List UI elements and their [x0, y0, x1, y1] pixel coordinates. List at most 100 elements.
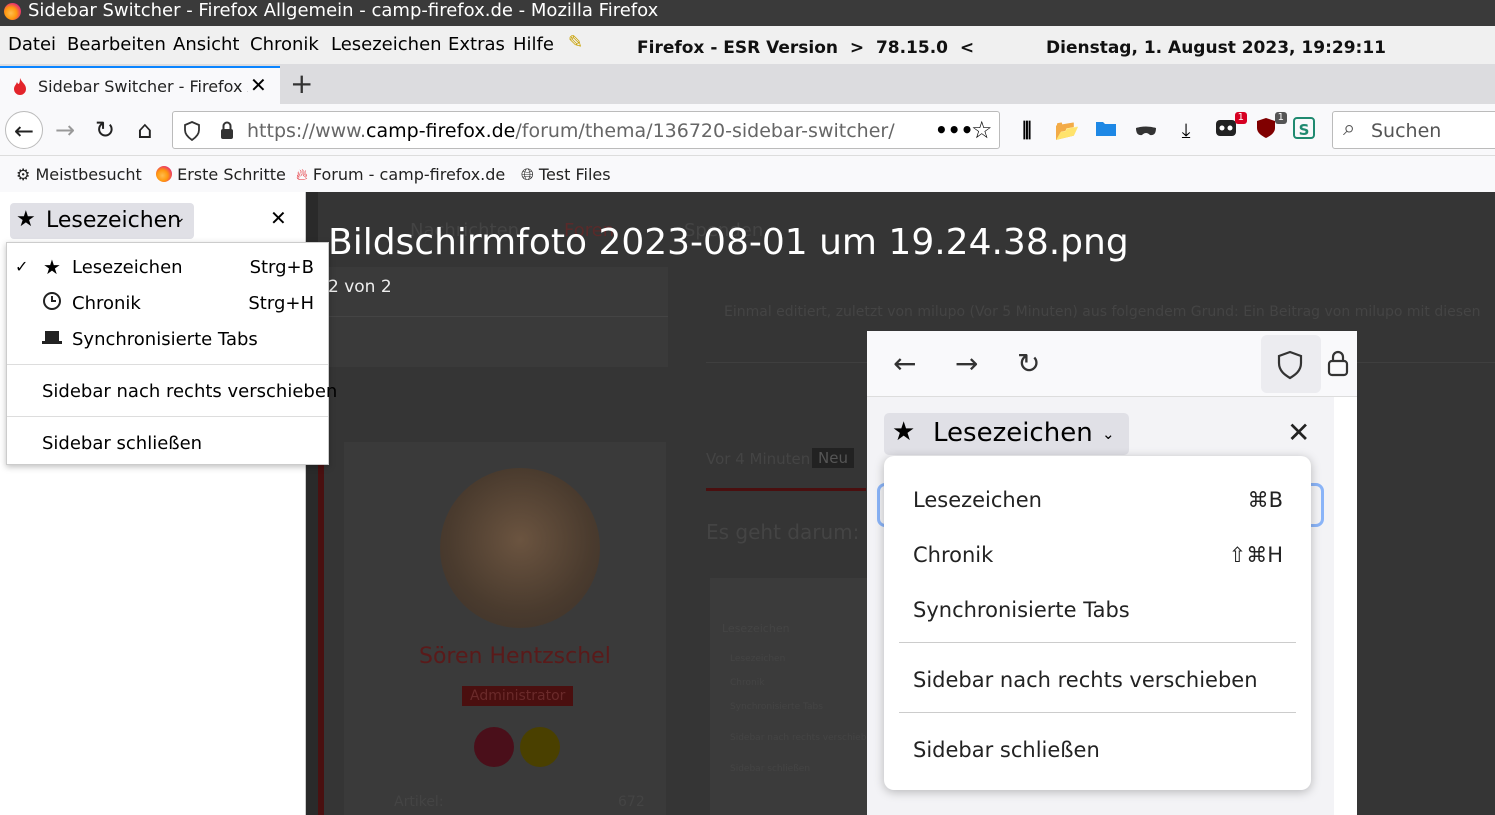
library-icon[interactable]: ⫼	[1014, 117, 1040, 143]
menu-bearbeiten[interactable]: Bearbeiten	[67, 34, 166, 55]
embedded-screenshot[interactable]: ← → ↻ ★ Lesezeichen ⌄ ✕ Lesezeichen ⌘B C…	[867, 331, 1357, 815]
menu-datei[interactable]: Datei	[8, 34, 56, 55]
menu-separator	[7, 364, 328, 365]
bookmarks-toolbar: ⚙ Meistbesucht Erste Schritte 🔥︎ Forum -…	[0, 156, 1495, 192]
page-actions-icon[interactable]: •••	[935, 118, 973, 142]
bg-mini-item-1: Lesezeichen	[730, 654, 786, 664]
embedded-menu-move-right: Sidebar nach rechts verschieben	[913, 668, 1258, 692]
menu-ansicht[interactable]: Ansicht	[173, 34, 239, 55]
url-text[interactable]: https://www.camp-firefox.de/forum/thema/…	[247, 120, 895, 142]
version-info: Firefox - ESR Version > 78.15.0 <	[637, 38, 975, 58]
tab-bar: Sidebar Switcher - Firefox Allgemein ✕ +	[0, 64, 1495, 104]
search-placeholder: Suchen	[1371, 120, 1442, 142]
checkmark-icon: ✓	[15, 257, 29, 276]
embedded-shortcut-chronik: ⇧⌘H	[1228, 543, 1283, 567]
embedded-chevron-down-icon: ⌄	[1102, 425, 1115, 443]
tab-sidebar-switcher[interactable]: Sidebar Switcher - Firefox Allgemein ✕	[0, 66, 280, 104]
bookmark-meistbesucht[interactable]: ⚙ Meistbesucht	[16, 165, 142, 184]
bg-articles-count: 672	[618, 794, 645, 810]
ublock-icon[interactable]: 1	[1253, 112, 1287, 143]
embedded-toolbar: ← → ↻	[867, 331, 1357, 397]
menu-lesezeichen[interactable]: Lesezeichen	[331, 34, 442, 55]
bg-mini-item-5: Sidebar schließen	[730, 764, 811, 774]
embedded-menu-close-sidebar: Sidebar schließen	[913, 738, 1100, 762]
menu-hilfe[interactable]: Hilfe	[513, 34, 554, 55]
embedded-menu-chronik: Chronik	[913, 543, 994, 567]
embedded-sidebar-header: ★ Lesezeichen ⌄	[884, 413, 1129, 455]
tab-label: Sidebar Switcher - Firefox Allgemein	[38, 77, 248, 96]
window-title: Sidebar Switcher - Firefox Allgemein - c…	[28, 0, 659, 21]
bookmark-test-files[interactable]: 🌐︎ Test Files	[521, 165, 611, 185]
reload-button[interactable]: ↻	[86, 111, 124, 149]
menu-item-label: Chronik	[72, 293, 141, 314]
new-tab-button[interactable]: +	[290, 67, 313, 100]
url-bar[interactable]: https://www.camp-firefox.de/forum/thema/…	[172, 111, 1000, 149]
embedded-shield-area	[1261, 335, 1321, 393]
mask-icon[interactable]	[1133, 117, 1159, 143]
back-button[interactable]: ←	[5, 111, 43, 149]
tab-close-icon[interactable]: ✕	[250, 73, 267, 97]
bg-new-badge: Neu	[812, 448, 854, 468]
image-viewer-title: Bildschirmfoto 2023-08-01 um 19.24.38.pn…	[328, 222, 1129, 263]
bookmark-star-icon[interactable]: ☆	[971, 116, 993, 144]
folder-icon[interactable]	[1093, 117, 1119, 143]
menu-item-lesezeichen[interactable]: ✓ ★ Lesezeichen Strg+B	[7, 251, 328, 285]
flame-icon: 🔥︎	[296, 165, 308, 184]
menu-item-chronik[interactable]: Chronik Strg+H	[7, 287, 328, 321]
flame-icon	[14, 78, 26, 95]
menu-item-close-sidebar[interactable]: Sidebar schließen	[7, 427, 328, 461]
lock-icon[interactable]	[219, 121, 235, 141]
menu-separator	[7, 416, 328, 417]
bg-divider	[328, 316, 668, 317]
embedded-switcher-menu: Lesezeichen ⌘B Chronik ⇧⌘H Synchronisier…	[884, 456, 1311, 790]
embedded-reload-icon: ↻	[1017, 347, 1041, 380]
menu-item-shortcut: Strg+H	[248, 293, 314, 314]
home-button[interactable]: ⌂	[126, 111, 164, 149]
menu-item-label: Sidebar schließen	[42, 433, 203, 454]
extension-dice-icon[interactable]: 1	[1213, 112, 1247, 143]
embedded-lock-icon	[1327, 350, 1349, 377]
chevron-down-icon: ⌄	[174, 210, 186, 226]
gear-icon: ⚙	[16, 165, 31, 184]
embedded-menu-sync-tabs: Synchronisierte Tabs	[913, 598, 1130, 622]
navigation-toolbar: ← → ↻ ⌂ https://www.camp-firefox.de/foru…	[0, 104, 1495, 156]
bookmark-erste-schritte[interactable]: Erste Schritte	[156, 165, 286, 184]
embedded-page-strip	[1334, 397, 1357, 815]
bg-username: Sören Hentzschel	[419, 644, 611, 669]
bg-accent-bar	[318, 462, 324, 815]
bg-bulb-icon	[520, 727, 560, 767]
globe-icon: 🌐︎	[521, 165, 534, 184]
datetime-info: Dienstag, 1. August 2023, 19:29:11	[1046, 38, 1386, 58]
page-content: Nachrichten Foren Spenden Einmal editier…	[306, 192, 1495, 815]
star-icon: ★	[16, 207, 36, 232]
bg-underline	[706, 488, 866, 491]
clock-icon	[41, 291, 63, 316]
bg-mini-item-2: Chronik	[730, 678, 765, 688]
menu-item-label: Lesezeichen	[72, 257, 183, 278]
download-icon[interactable]: ⤓	[1173, 117, 1199, 143]
ublock-badge: 1	[1274, 112, 1287, 124]
menu-extras[interactable]: Extras	[448, 34, 505, 55]
embedded-separator-1	[899, 642, 1296, 643]
menu-item-synchronisierte-tabs[interactable]: Synchronisierte Tabs	[7, 323, 328, 357]
embedded-star-icon: ★	[892, 417, 916, 447]
shield-icon[interactable]	[183, 121, 201, 141]
search-box[interactable]: ⌕ Suchen	[1332, 111, 1495, 149]
search-icon: ⌕	[1343, 116, 1356, 141]
bookmark-forum[interactable]: 🔥︎ Forum - camp-firefox.de	[296, 165, 505, 185]
folder-open-icon[interactable]: 📂	[1054, 117, 1080, 143]
sidebar-switcher-button[interactable]: ★ Lesezeichen ⌄	[10, 203, 194, 239]
forward-button[interactable]: →	[46, 111, 84, 149]
notepad-icon[interactable]: ✎	[568, 32, 583, 53]
firefox-logo-icon	[4, 3, 21, 20]
extension-badge: 1	[1234, 112, 1247, 124]
sidebar-close-button[interactable]: ✕	[270, 206, 287, 230]
menu-item-move-right[interactable]: Sidebar nach rechts verschieben	[7, 375, 337, 409]
bg-mini-header: Lesezeichen	[722, 622, 790, 635]
window-titlebar: Sidebar Switcher - Firefox Allgemein - c…	[0, 0, 1495, 26]
menu-item-label: Synchronisierte Tabs	[72, 329, 258, 350]
bg-time: Vor 4 Minuten	[706, 450, 811, 468]
stylus-s-icon[interactable]: S	[1293, 117, 1315, 139]
menu-chronik[interactable]: Chronik	[250, 34, 319, 55]
bg-mini-item-3: Synchronisierte Tabs	[730, 702, 823, 712]
